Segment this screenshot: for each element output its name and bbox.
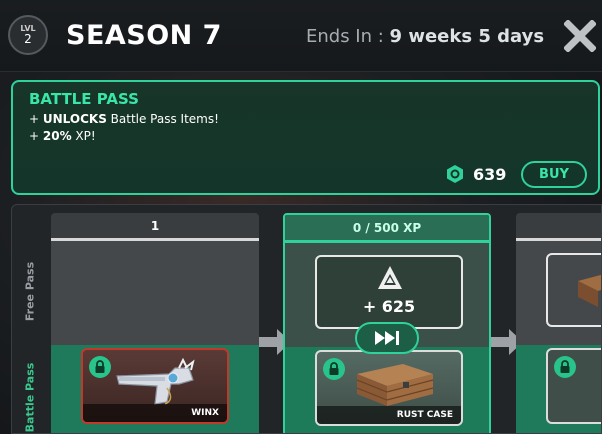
tier-header: 1 [51, 213, 259, 241]
free-pass-row-label: Free Pass [23, 261, 37, 322]
perk-rest: Battle Pass Items! [106, 112, 219, 126]
perk-rest: XP! [71, 129, 96, 143]
item-name: RUST CASE [317, 406, 461, 424]
perk-bold: 20% [42, 129, 72, 143]
close-x-icon [564, 20, 596, 52]
season-header: LVL 2 SEASON 7 Ends In : 9 weeks 5 days [0, 0, 602, 72]
level-badge: LVL 2 [8, 15, 48, 55]
battle-pass-row-label: Battle Pass [23, 362, 37, 433]
lock-icon [89, 356, 111, 378]
battle-pass-perk-xp: + 20% XP! [29, 129, 96, 143]
battle-pass-title: BATTLE PASS [29, 90, 139, 108]
fast-forward-icon [375, 331, 399, 345]
free-reward-slot [51, 241, 259, 345]
days-word: days [490, 26, 545, 47]
free-reward-xp[interactable]: + 625 [315, 255, 463, 329]
ends-days-value: 5 [478, 26, 491, 47]
free-reward[interactable] [546, 253, 601, 327]
level-value: 2 [24, 32, 32, 46]
perk-bold: UNLOCKS [42, 112, 107, 126]
item-name: WINX [83, 404, 227, 422]
buy-button[interactable]: BUY [521, 161, 587, 188]
tier-column [516, 213, 601, 433]
ends-weeks-value: 9 [389, 26, 403, 47]
weeks-word: weeks [402, 26, 479, 47]
season-countdown: Ends In : 9 weeks 5 days [306, 26, 544, 47]
lock-icon [554, 356, 576, 378]
tier-column-current: 0 / 500 XP + 625 RUST CASE [283, 213, 491, 433]
tier-header [516, 213, 601, 241]
battle-pass-card: BATTLE PASS + UNLOCKS Battle Pass Items!… [11, 80, 600, 195]
xp-reward-value: + 625 [362, 297, 416, 316]
battle-pass-item[interactable] [546, 348, 601, 424]
battle-pass-perk-unlocks: + UNLOCKS Battle Pass Items! [29, 112, 219, 126]
close-button[interactable] [562, 18, 598, 54]
battle-pass-item-rust-case[interactable]: RUST CASE [315, 350, 463, 426]
battle-pass-price: 639 [473, 165, 507, 184]
coin-icon [447, 165, 463, 183]
lock-icon [323, 358, 345, 380]
perk-prefix: + [29, 129, 43, 143]
revolver-icon [116, 358, 195, 405]
skip-tier-button[interactable] [355, 322, 419, 354]
season-title: SEASON 7 [66, 20, 222, 51]
xp-token-icon [378, 266, 402, 289]
tier-column: 1 WINX [51, 213, 259, 433]
reward-track[interactable]: Free Pass Battle Pass 1 WINX 0 / 500 XP [11, 204, 602, 434]
crate-icon [356, 364, 434, 406]
battle-pass-item-winx[interactable]: WINX [81, 348, 229, 424]
perk-prefix: + [29, 112, 43, 126]
crate-icon [578, 274, 601, 307]
ends-in-label: Ends In : [306, 26, 390, 47]
tier-xp-progress: 0 / 500 XP [285, 215, 489, 243]
